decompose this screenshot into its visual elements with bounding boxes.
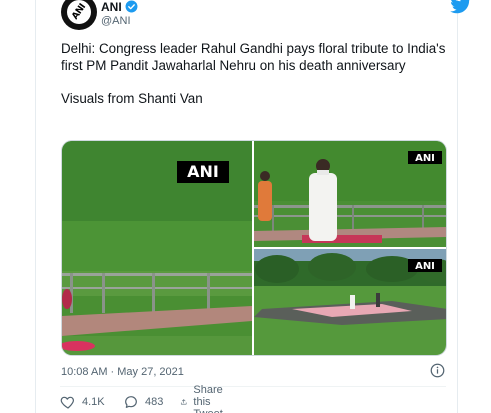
- handle[interactable]: @ANI: [101, 15, 131, 27]
- share-button[interactable]: Share this Tweet: [180, 384, 231, 413]
- avatar-logo: ANI: [67, 0, 91, 24]
- share-icon: [180, 399, 187, 405]
- action-divider: [60, 386, 446, 387]
- share-label: Share this Tweet: [193, 384, 223, 413]
- like-button[interactable]: 4.1K: [60, 393, 105, 411]
- tweet-header: ANI ANI @ANI: [61, 0, 470, 32]
- tweet-text-line1: Delhi: Congress leader Rahul Gandhi pays…: [61, 41, 446, 73]
- reply-count: 483: [145, 396, 164, 408]
- display-name[interactable]: ANI: [101, 0, 122, 14]
- twitter-bird-icon[interactable]: [450, 0, 472, 14]
- verified-badge-icon: [125, 0, 138, 13]
- info-icon[interactable]: [430, 363, 445, 378]
- watermark-1: ANI: [187, 162, 219, 181]
- like-count: 4.1K: [82, 396, 105, 408]
- avatar-text: ANI: [70, 2, 88, 22]
- media-svg: ANI ANI ANI: [62, 141, 447, 356]
- photo-wide[interactable]: ANI: [254, 249, 447, 356]
- heart-icon: [60, 396, 74, 409]
- tweet-card: ANI ANI @ANI Delhi: Congress leader Rahu…: [35, 0, 470, 413]
- tweet-text-line2: Visuals from Shanti Van: [61, 90, 203, 106]
- photo-lawn[interactable]: ANI: [62, 141, 252, 356]
- reply-icon: [125, 396, 137, 408]
- watermark-3: ANI: [415, 261, 435, 272]
- avatar[interactable]: ANI: [61, 0, 97, 30]
- photo-tribute[interactable]: ANI: [254, 141, 447, 247]
- tweet-text: Delhi: Congress leader Rahul Gandhi pays…: [61, 41, 446, 107]
- media-grid: ANI ANI ANI: [61, 140, 447, 356]
- tweet-timestamp[interactable]: 10:08 AM · May 27, 2021: [61, 366, 184, 378]
- watermark-2: ANI: [415, 153, 435, 164]
- reply-button[interactable]: 483: [123, 393, 163, 411]
